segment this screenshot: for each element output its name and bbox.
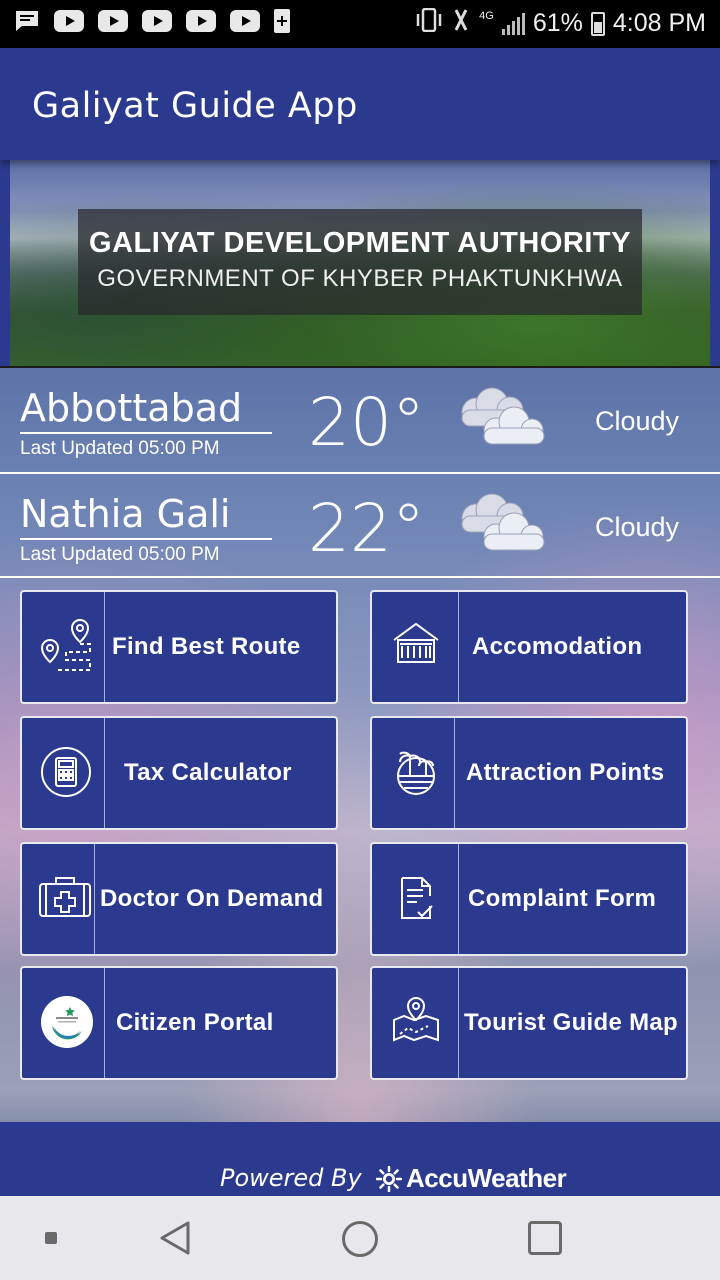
powered-by-text: Powered By	[220, 1164, 362, 1192]
city-underline	[20, 538, 272, 540]
route-icon	[36, 614, 100, 678]
tile-tourist-guide-map[interactable]: Tourist Guide Map	[370, 966, 688, 1080]
nav-indicator-icon	[45, 1232, 57, 1244]
tile-find-best-route[interactable]: Find Best Route	[20, 590, 338, 704]
cloud-icon	[452, 492, 548, 558]
message-icon	[14, 9, 40, 33]
weather-city: Nathia Gali	[20, 492, 231, 536]
youtube-icon	[142, 10, 172, 32]
weather-card-abbottabad[interactable]: Abbottabad Last Updated 05:00 PM 20° Clo…	[0, 366, 720, 470]
notification-icons	[14, 9, 290, 33]
tile-label: Attraction Points	[466, 759, 665, 786]
weather-divider	[0, 576, 720, 578]
tile-tax-calculator[interactable]: Tax Calculator	[20, 716, 338, 830]
network-type: 4G	[479, 9, 494, 22]
weather-temperature: 20°	[308, 384, 425, 461]
tile-label: Tax Calculator	[124, 759, 292, 786]
tile-divider	[94, 844, 95, 954]
tile-divider	[454, 718, 455, 828]
vibrate-icon	[415, 7, 443, 39]
citizen-portal-logo	[40, 995, 104, 1059]
weather-and-menu-area: Abbottabad Last Updated 05:00 PM 20° Clo…	[0, 366, 720, 1196]
header-banner: GALIYAT DEVELOPMENT AUTHORITY GOVERNMENT…	[10, 160, 710, 366]
banner-subtitle: GOVERNMENT OF KHYBER PHAKTUNKHWA	[97, 265, 623, 292]
tile-label: Citizen Portal	[116, 1009, 274, 1036]
tile-citizen-portal[interactable]: Citizen Portal	[20, 966, 338, 1080]
accuweather-logo[interactable]: AccuWeather	[406, 1163, 567, 1194]
tile-attraction-points[interactable]: Attraction Points	[370, 716, 688, 830]
app-bar: Galiyat Guide App	[0, 48, 720, 160]
youtube-icon	[98, 10, 128, 32]
tile-label: Doctor On Demand	[100, 885, 324, 912]
weather-city: Abbottabad	[20, 386, 243, 430]
data-transfer-icon	[451, 8, 471, 39]
system-status: 4G 61% 4:08 PM	[415, 7, 706, 39]
city-underline	[20, 432, 272, 434]
recent-apps-icon[interactable]	[528, 1221, 562, 1255]
back-icon[interactable]	[156, 1218, 196, 1258]
tile-divider	[104, 592, 105, 702]
weather-temperature: 22°	[308, 490, 425, 567]
weather-card-nathia-gali[interactable]: Nathia Gali Last Updated 05:00 PM 22° Cl…	[0, 472, 720, 576]
tile-divider	[458, 592, 459, 702]
battery-plus-icon	[274, 9, 290, 33]
tile-label: Tourist Guide Map	[464, 1009, 678, 1036]
tile-label: Find Best Route	[112, 633, 301, 660]
tile-complaint-form[interactable]: Complaint Form	[370, 842, 688, 956]
tile-divider	[104, 718, 105, 828]
youtube-icon	[186, 10, 216, 32]
weather-updated: Last Updated 05:00 PM	[20, 544, 220, 565]
app-title: Galiyat Guide App	[32, 86, 358, 126]
status-bar: 4G 61% 4:08 PM	[0, 0, 720, 48]
youtube-icon	[230, 10, 260, 32]
tile-doctor-on-demand[interactable]: Doctor On Demand	[20, 842, 338, 956]
tile-label: Complaint Form	[468, 885, 657, 912]
calculator-icon	[36, 740, 100, 804]
palm-island-icon	[384, 740, 448, 804]
house-icon	[384, 614, 448, 678]
tile-divider	[104, 968, 105, 1078]
youtube-icon	[54, 10, 84, 32]
home-icon[interactable]	[342, 1221, 378, 1257]
signal-icon	[501, 12, 525, 35]
medical-kit-icon	[34, 866, 98, 930]
battery-percent: 61%	[532, 9, 583, 37]
battery-icon	[590, 11, 605, 36]
accuweather-sun-icon	[375, 1165, 403, 1193]
banner-caption: GALIYAT DEVELOPMENT AUTHORITY GOVERNMENT…	[78, 209, 642, 315]
cloud-icon	[452, 386, 548, 452]
map-pin-icon	[384, 990, 448, 1054]
weather-condition: Cloudy	[595, 406, 680, 436]
weather-updated: Last Updated 05:00 PM	[20, 438, 220, 459]
clock: 4:08 PM	[612, 9, 706, 37]
navigation-bar	[0, 1196, 720, 1280]
banner-title: GALIYAT DEVELOPMENT AUTHORITY	[89, 227, 631, 259]
main-content[interactable]: GALIYAT DEVELOPMENT AUTHORITY GOVERNMENT…	[0, 160, 720, 1196]
footer: Powered By AccuWeather	[0, 1122, 720, 1196]
tile-divider	[458, 844, 459, 954]
form-check-icon	[384, 866, 448, 930]
weather-condition: Cloudy	[595, 512, 680, 542]
tile-accomodation[interactable]: Accomodation	[370, 590, 688, 704]
tile-divider	[458, 968, 459, 1078]
tile-label: Accomodation	[472, 633, 643, 660]
